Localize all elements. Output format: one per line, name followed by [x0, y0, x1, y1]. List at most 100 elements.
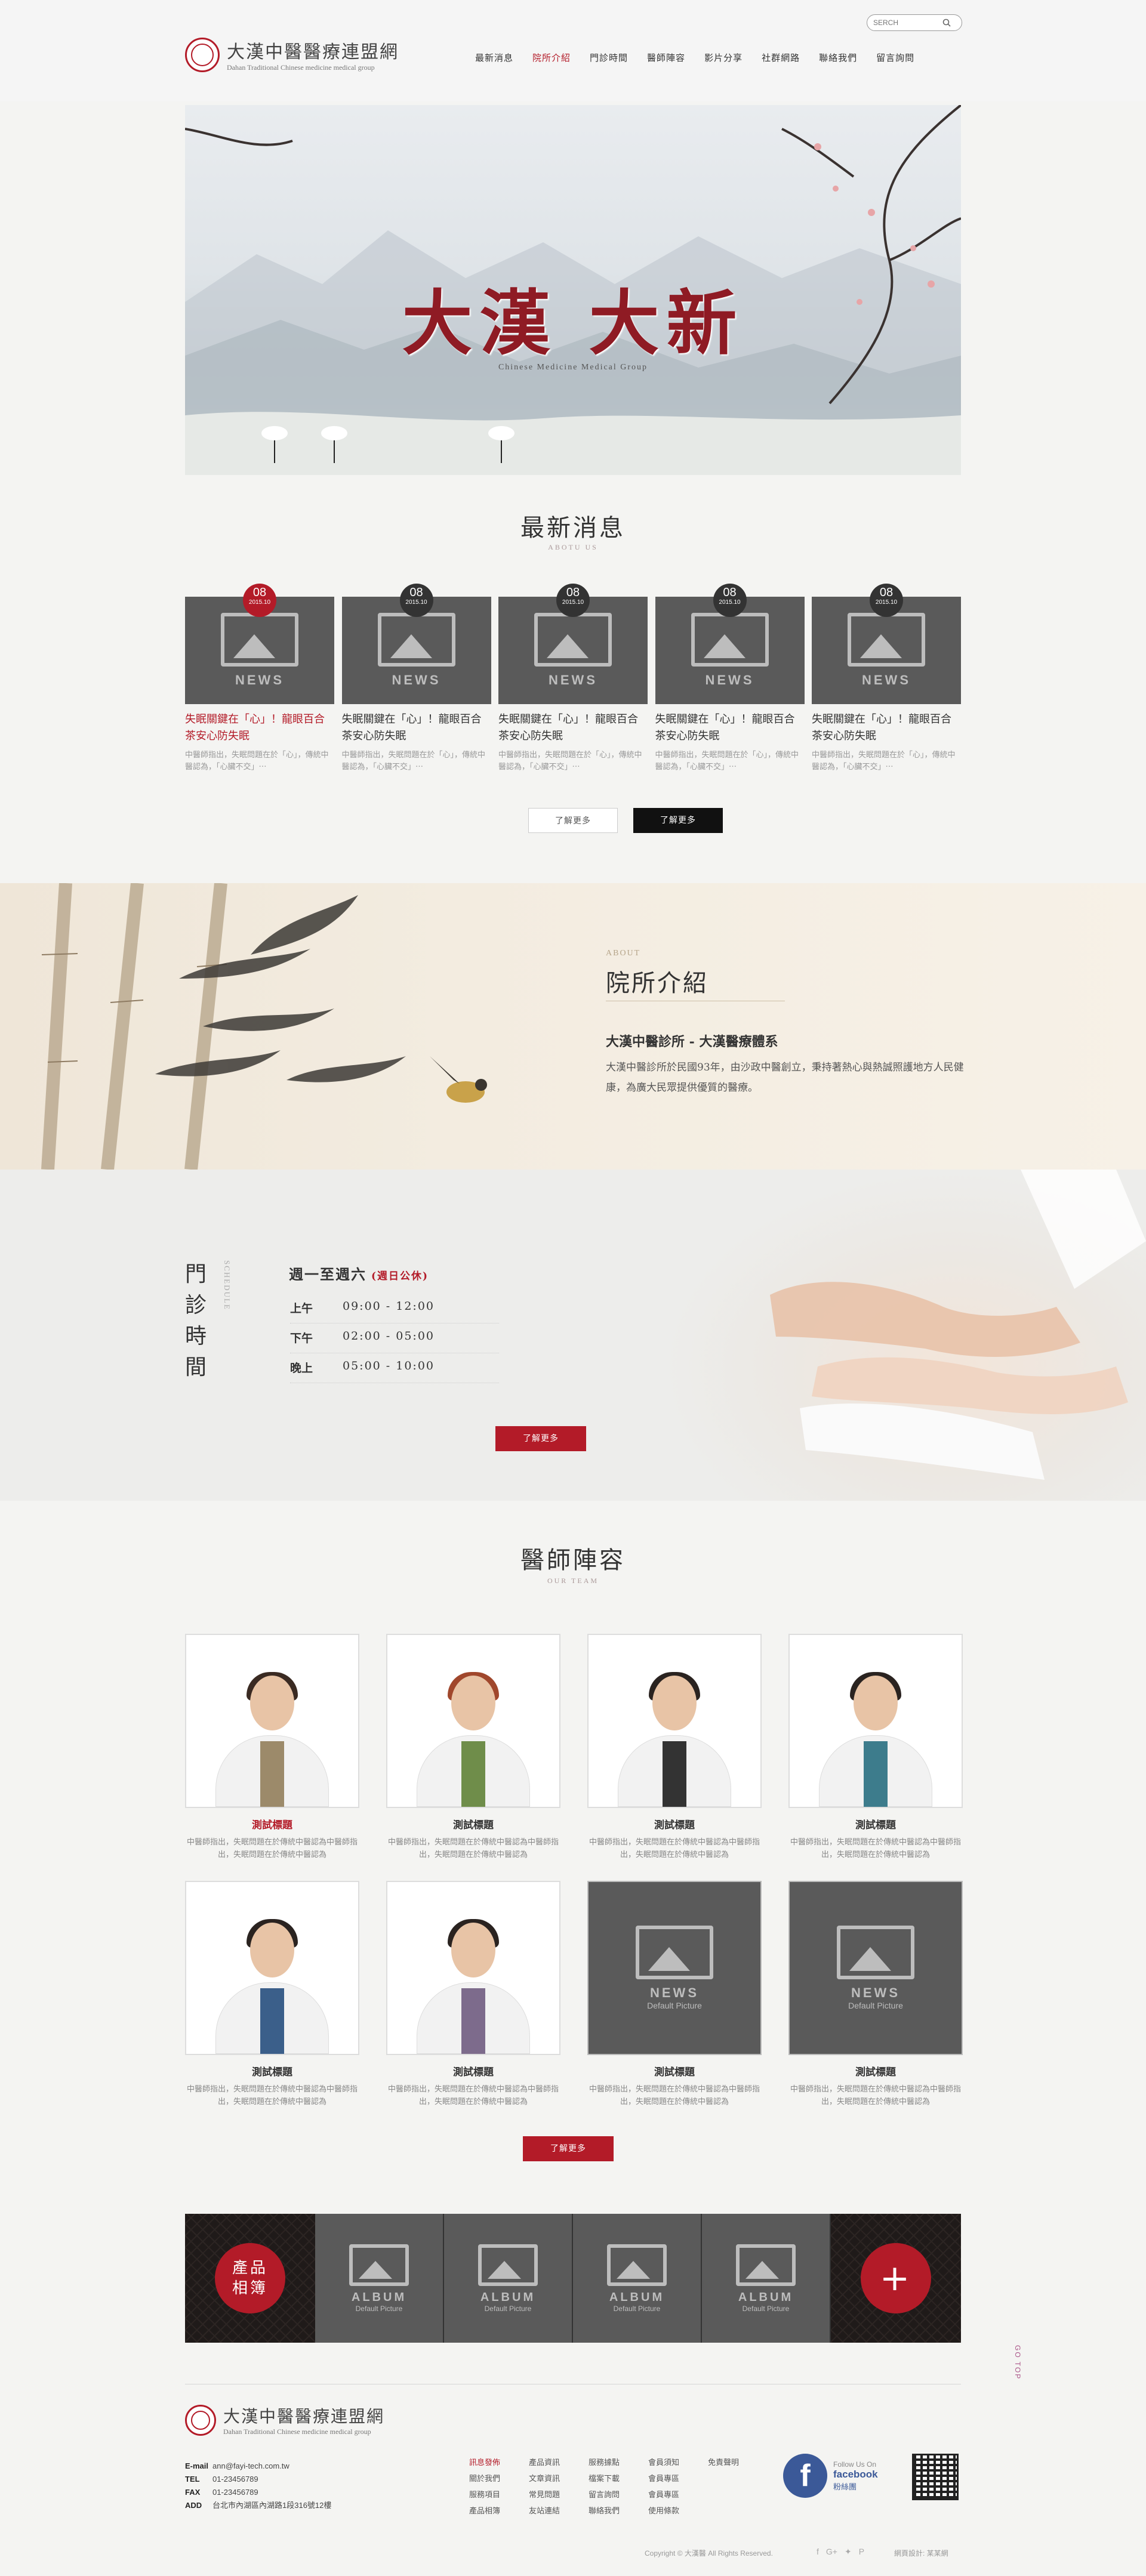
footer-link[interactable]: 產品資訊	[529, 2456, 589, 2467]
footer-link[interactable]	[708, 2504, 768, 2516]
doctor-card[interactable]: 測試標題 中醫師指出，失眠問題在於傳統中醫認為中醫師指出，失眠問題在於傳統中醫認…	[386, 1881, 560, 2108]
design-credit: 網頁設計: 某某網	[894, 2549, 948, 2558]
doctor-name[interactable]: 測試標題	[185, 1816, 359, 1831]
footer-link[interactable]: 會員專區	[648, 2488, 708, 2500]
footer-link[interactable]	[708, 2472, 768, 2484]
copyright: Copyright © 大漢醫 All Rights Reserved.	[645, 2549, 773, 2558]
hands-illustration	[770, 1170, 1146, 1480]
doctor-name[interactable]: 測試標題	[386, 1816, 560, 1831]
doctor-photo[interactable]	[386, 1881, 560, 2055]
nav-videos[interactable]: 影片分享	[695, 48, 752, 67]
seal-icon	[185, 2404, 216, 2436]
footer-link[interactable]: 服務據點	[589, 2456, 648, 2467]
footer-link[interactable]: 訊息發佈	[469, 2456, 529, 2467]
doctor-photo[interactable]	[587, 1634, 762, 1808]
team-more-button[interactable]: 了解更多	[523, 2136, 614, 2161]
album-label[interactable]: 產品相簿	[215, 2243, 285, 2313]
facebook-small-icon[interactable]: f	[817, 2547, 819, 2557]
footer-link[interactable]: 會員須知	[648, 2456, 708, 2467]
album-item[interactable]: ALBUM Default Picture	[315, 2214, 444, 2343]
date-badge: 08 2015.10	[399, 584, 433, 617]
doctor-name[interactable]: 測試標題	[788, 1816, 963, 1831]
album-item[interactable]: ALBUM Default Picture	[573, 2214, 702, 2343]
footer-link[interactable]: 關於我們	[469, 2472, 529, 2484]
logo[interactable]: 大漢中醫醫療連盟網 Dahan Traditional Chinese medi…	[185, 37, 399, 72]
doctor-name[interactable]: 測試標題	[587, 2063, 762, 2078]
doctor-card[interactable]: 測試標題 中醫師指出，失眠問題在於傳統中醫認為中醫師指出，失眠問題在於傳統中醫認…	[185, 1634, 359, 1861]
doctor-card[interactable]: NEWS Default Picture 測試標題 中醫師指出，失眠問題在於傳統中…	[788, 1881, 963, 2108]
news-headline[interactable]: 失眠關鍵在「心」！龍眼百合茶安心防失眠	[498, 711, 648, 745]
footer-link[interactable]: 留言詢問	[589, 2488, 648, 2500]
team-title: 醫師陣容	[520, 1547, 626, 1574]
doctor-photo[interactable]	[788, 1634, 963, 1808]
doctor-photo-placeholder[interactable]: NEWS Default Picture	[788, 1881, 963, 2055]
footer-link[interactable]: 文章資訊	[529, 2472, 589, 2484]
facebook-icon[interactable]: f	[783, 2454, 827, 2498]
picture-icon	[534, 613, 612, 667]
fb-name: facebook	[833, 2468, 878, 2480]
picture-icon	[837, 1926, 914, 1979]
footer-link[interactable]: 服務項目	[469, 2488, 529, 2500]
doctor-name[interactable]: 測試標題	[386, 2063, 560, 2078]
nav-contact[interactable]: 聯絡我們	[809, 48, 867, 67]
footer-link[interactable]: 會員專區	[648, 2472, 708, 2484]
album-item[interactable]: ALBUM Default Picture	[702, 2214, 831, 2343]
hours-more-button[interactable]: 了解更多	[495, 1426, 586, 1451]
doctor-card[interactable]: 測試標題 中醫師指出，失眠問題在於傳統中醫認為中醫師指出，失眠問題在於傳統中醫認…	[788, 1634, 963, 1861]
twitter-icon[interactable]: ✦	[845, 2547, 852, 2557]
album-item[interactable]: ALBUM Default Picture	[444, 2214, 573, 2343]
doctor-name[interactable]: 測試標題	[788, 2063, 963, 2078]
search-input[interactable]	[873, 18, 939, 27]
news-headline[interactable]: 失眠關鍵在「心」！龍眼百合茶安心防失眠	[655, 711, 805, 745]
footer-link[interactable]: 檔案下載	[589, 2472, 648, 2484]
news-headline[interactable]: 失眠關鍵在「心」！龍眼百合茶安心防失眠	[812, 711, 961, 745]
doctor-card[interactable]: NEWS Default Picture 測試標題 中醫師指出，失眠問題在於傳統中…	[587, 1881, 762, 2108]
news-more-button[interactable]: 了解更多	[633, 808, 723, 833]
doctor-card[interactable]: 測試標題 中醫師指出，失眠問題在於傳統中醫認為中醫師指出，失眠問題在於傳統中醫認…	[386, 1634, 560, 1861]
footer-link[interactable]: 免責聲明	[708, 2456, 768, 2467]
doctor-card[interactable]: 測試標題 中醫師指出，失眠問題在於傳統中醫認為中醫師指出，失眠問題在於傳統中醫認…	[587, 1634, 762, 1861]
nav-hours[interactable]: 門診時間	[580, 48, 637, 67]
facebook-widget[interactable]: f Follow Us On facebook 粉絲團	[783, 2454, 878, 2498]
news-headline[interactable]: 失眠關鍵在「心」！龍眼百合茶安心防失眠	[185, 711, 334, 745]
about-en-label: ABOUT	[606, 949, 641, 958]
nav-about[interactable]: 院所介紹	[523, 48, 580, 67]
news-card[interactable]: 08 2015.10 NEWS 失眠關鍵在「心」！龍眼百合茶安心防失眠 中醫師指出…	[341, 584, 491, 773]
news-card[interactable]: 08 2015.10 NEWS 失眠關鍵在「心」！龍眼百合茶安心防失眠 中醫師指出…	[655, 584, 805, 773]
google-plus-icon[interactable]: G+	[826, 2547, 837, 2557]
brand-name: 大漢中醫醫療連盟網	[227, 42, 399, 63]
footer-link[interactable]	[708, 2488, 768, 2500]
plus-icon[interactable]: +	[861, 2243, 931, 2313]
news-headline[interactable]: 失眠關鍵在「心」！龍眼百合茶安心防失眠	[342, 711, 491, 745]
news-excerpt: 中醫師指出，失眠問題在於「心」，傳統中醫認為，「心臟不交」⋯	[185, 751, 329, 772]
footer-link[interactable]: 聯絡我們	[589, 2504, 648, 2516]
pinterest-icon[interactable]: P	[859, 2547, 864, 2557]
news-more-button-light[interactable]: 了解更多	[528, 808, 618, 833]
search-icon[interactable]	[942, 18, 951, 27]
footer-logo[interactable]: 大漢中醫醫療連盟網 Dahan Traditional Chinese medi…	[185, 2404, 384, 2436]
doctor-photo[interactable]	[386, 1634, 560, 1808]
footer-link[interactable]: 友站連結	[529, 2504, 589, 2516]
footer-link[interactable]: 常見問題	[529, 2488, 589, 2500]
nav-message[interactable]: 留言詢問	[867, 48, 924, 67]
fb-sub: 粉絲團	[833, 2482, 857, 2492]
hero-banner: 大漢 大新 Chinese Medicine Medical Group	[185, 105, 961, 475]
nav-team[interactable]: 醫師陣容	[637, 48, 695, 67]
doctor-photo[interactable]	[185, 1881, 359, 2055]
nav-social[interactable]: 社群網路	[752, 48, 809, 67]
news-card[interactable]: 08 2015.10 NEWS 失眠關鍵在「心」！龍眼百合茶安心防失眠 中醫師指出…	[498, 584, 648, 773]
doctor-photo-placeholder[interactable]: NEWS Default Picture	[587, 1881, 762, 2055]
news-card[interactable]: 08 2015.10 NEWS 失眠關鍵在「心」！龍眼百合茶安心防失眠 中醫師指出…	[185, 584, 334, 773]
doctor-name[interactable]: 測試標題	[185, 2063, 359, 2078]
news-card[interactable]: 08 2015.10 NEWS 失眠關鍵在「心」！龍眼百合茶安心防失眠 中醫師指出…	[812, 584, 961, 773]
about-title: 院所介紹	[606, 970, 708, 997]
picture-icon	[736, 2244, 796, 2286]
doctor-card[interactable]: 測試標題 中醫師指出，失眠問題在於傳統中醫認為中醫師指出，失眠問題在於傳統中醫認…	[185, 1881, 359, 2108]
go-top-button[interactable]: GO TOP	[1013, 2345, 1022, 2380]
contact-tel: TEL 01-23456789	[185, 2475, 258, 2484]
nav-news[interactable]: 最新消息	[466, 48, 523, 67]
doctor-name[interactable]: 測試標題	[587, 1816, 762, 1831]
footer-link[interactable]: 產品相簿	[469, 2504, 529, 2516]
doctor-photo[interactable]	[185, 1634, 359, 1808]
footer-link[interactable]: 使用條款	[648, 2504, 708, 2516]
